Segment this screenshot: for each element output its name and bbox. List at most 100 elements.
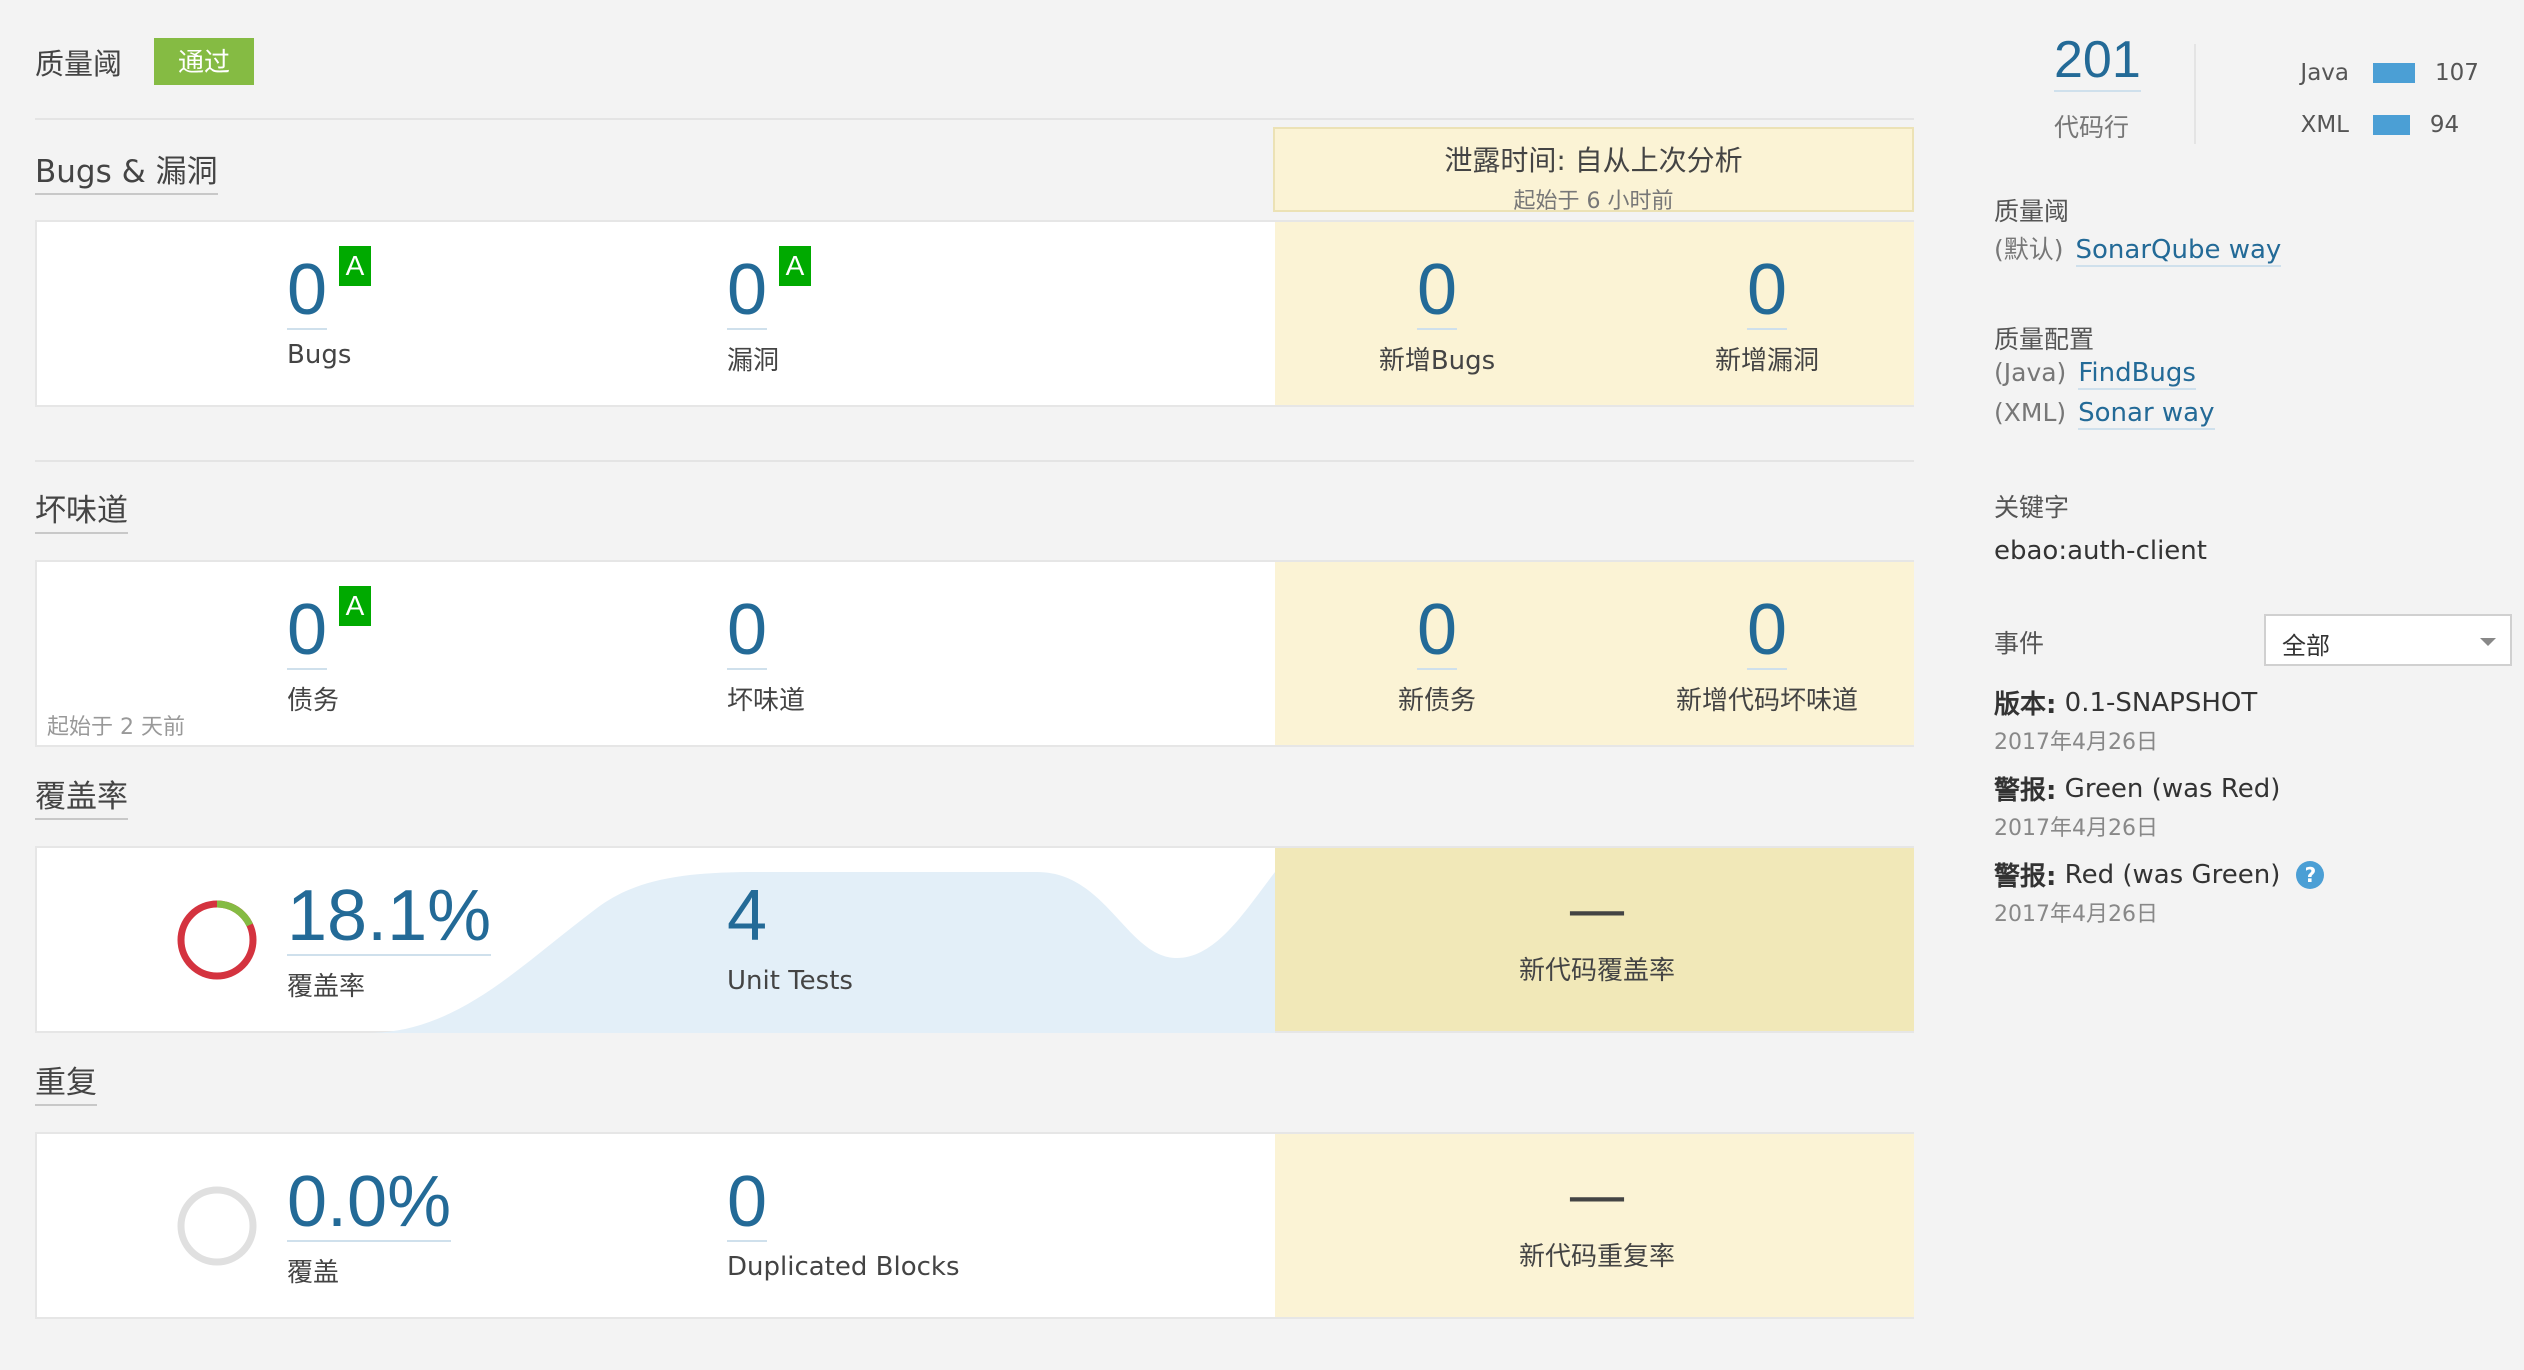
divider — [35, 118, 1914, 120]
language-count: 94 — [2429, 112, 2460, 138]
debt-label: 债务 — [287, 686, 340, 716]
code-smells-measure[interactable]: 0 坏味道 — [727, 594, 805, 717]
quality-gate-prefix: (默认) — [1994, 235, 2064, 264]
leak-period-title: 泄露时间: 自从上次分析 — [1444, 144, 1743, 177]
duplications-card: 0.0% 覆盖 0 Duplicated Blocks — 新代码重复率 — [35, 1132, 1914, 1319]
code-smells-label: 坏味道 — [727, 686, 806, 716]
event-item: 警报: Red (was Green) ? — [1994, 856, 2325, 893]
project-key-value: ebao:auth-client — [1994, 536, 2207, 566]
duplicated-blocks-measure[interactable]: 0 Duplicated Blocks — [727, 1166, 960, 1282]
quality-gate-title: 质量阈 — [35, 46, 123, 81]
coverage-label: 覆盖率 — [287, 972, 366, 1002]
divider — [35, 460, 1914, 462]
chevron-down-icon — [2480, 638, 2496, 646]
language-count: 107 — [2435, 60, 2479, 86]
bugs-card: 0 Bugs A 0 漏洞 A 0 新增Bugs 0 新增漏洞 — [35, 220, 1914, 407]
event-item: 警报: Green (was Red) — [1994, 770, 2280, 807]
event-date: 2017年4月26日 — [1994, 730, 2158, 755]
event-type: 版本: — [1994, 690, 2057, 720]
duplicated-blocks-label: Duplicated Blocks — [727, 1252, 960, 1282]
new-debt-measure[interactable]: 0 新债务 — [1347, 594, 1527, 717]
leak-period-header: 泄露时间: 自从上次分析 起始于 6 小时前 — [1273, 127, 1914, 214]
unit-tests-value[interactable]: 4 — [727, 880, 767, 956]
bugs-value[interactable]: 0 — [287, 254, 328, 330]
new-vulnerabilities-measure[interactable]: 0 新增漏洞 — [1657, 254, 1877, 377]
leak-period-subtitle: 起始于 6 小时前 — [1513, 189, 1674, 214]
new-duplications-measure: — 新代码重复率 — [1397, 1166, 1797, 1273]
event-type: 警报: — [1994, 776, 2057, 806]
quality-profile-link[interactable]: FindBugs — [2078, 358, 2196, 390]
new-bugs-value[interactable]: 0 — [1416, 254, 1458, 330]
new-coverage-measure: — 新代码覆盖率 — [1397, 880, 1797, 987]
new-code-smells-value[interactable]: 0 — [1746, 594, 1788, 670]
new-debt-label: 新债务 — [1397, 686, 1476, 716]
quality-profiles-label: 质量配置 — [1994, 325, 2095, 354]
code-smells-since-note: 起始于 2 天前 — [47, 715, 185, 740]
new-vulnerabilities-label: 新增漏洞 — [1714, 346, 1819, 376]
maintainability-rating-badge[interactable]: A — [339, 586, 371, 626]
coverage-value[interactable]: 18.1% — [287, 880, 492, 956]
coverage-measure[interactable]: 18.1% 覆盖率 — [287, 880, 492, 1003]
unit-tests-label: Unit Tests — [727, 966, 853, 996]
vulnerabilities-measure[interactable]: 0 漏洞 — [727, 254, 779, 377]
new-code-smells-measure[interactable]: 0 新增代码坏味道 — [1637, 594, 1897, 717]
lines-of-code-value[interactable]: 201 — [2054, 30, 2141, 92]
key-label: 关键字 — [1994, 493, 2070, 522]
language-row-java: Java 107 — [2279, 60, 2479, 86]
section-title-coverage[interactable]: 覆盖率 — [35, 779, 128, 820]
language-name: Java — [2300, 60, 2349, 86]
quality-gate-label: 质量阈 — [1994, 197, 2070, 226]
event-item: 版本: 0.1-SNAPSHOT — [1994, 684, 2257, 721]
section-title-duplications[interactable]: 重复 — [35, 1065, 97, 1106]
quality-profile-row-java: (Java) FindBugs — [1994, 358, 2196, 390]
quality-profile-prefix: (XML) — [1994, 398, 2067, 427]
quality-profile-link[interactable]: Sonar way — [2078, 398, 2215, 430]
coverage-card: 18.1% 覆盖率 4 Unit Tests — 新代码覆盖率 — [35, 846, 1914, 1033]
duplicated-blocks-value[interactable]: 0 — [727, 1166, 768, 1242]
vulnerabilities-label: 漏洞 — [727, 346, 780, 376]
new-coverage-label: 新代码覆盖率 — [1518, 956, 1675, 986]
language-distribution-bar — [2373, 63, 2415, 83]
new-code-smells-label: 新增代码坏味道 — [1675, 686, 1858, 716]
events-label: 事件 — [1994, 629, 2045, 658]
section-title-code-smells[interactable]: 坏味道 — [35, 493, 128, 534]
event-text: 0.1-SNAPSHOT — [2064, 687, 2258, 718]
event-date: 2017年4月26日 — [1994, 816, 2158, 841]
duplications-value[interactable]: 0.0% — [287, 1166, 452, 1242]
quality-gate-status-badge[interactable]: 通过 — [154, 38, 255, 85]
unit-tests-measure[interactable]: 4 Unit Tests — [727, 880, 853, 996]
help-icon[interactable]: ? — [2296, 860, 2325, 889]
new-duplications-value: — — [1567, 1161, 1627, 1231]
language-distribution-bar — [2373, 115, 2410, 135]
section-title-bugs[interactable]: Bugs & 漏洞 — [35, 154, 218, 195]
events-filter-select[interactable]: 全部 — [2264, 614, 2512, 666]
bugs-rating-badge[interactable]: A — [339, 246, 371, 286]
new-bugs-label: 新增Bugs — [1378, 346, 1496, 376]
quality-gate-row: (默认) SonarQube way — [1994, 230, 2282, 267]
language-name: XML — [2300, 112, 2349, 138]
vulnerabilities-value[interactable]: 0 — [727, 254, 768, 330]
duplications-donut-icon — [177, 1186, 257, 1266]
vulnerabilities-rating-badge[interactable]: A — [779, 246, 811, 286]
language-row-xml: XML 94 — [2279, 112, 2460, 138]
quality-profile-prefix: (Java) — [1994, 358, 2067, 387]
quality-gate-link[interactable]: SonarQube way — [2075, 235, 2282, 267]
event-date: 2017年4月26日 — [1994, 902, 2158, 927]
lines-of-code-label: 代码行 — [2054, 113, 2130, 142]
new-coverage-value: — — [1567, 875, 1627, 945]
debt-measure[interactable]: 0 债务 — [287, 594, 339, 717]
new-bugs-measure[interactable]: 0 新增Bugs — [1347, 254, 1527, 377]
duplications-measure[interactable]: 0.0% 覆盖 — [287, 1166, 452, 1289]
debt-value[interactable]: 0 — [287, 594, 328, 670]
code-smells-card: 0 债务 A 0 坏味道 起始于 2 天前 0 新债务 0 新增代码坏味道 — [35, 560, 1914, 747]
events-filter-value: 全部 — [2282, 632, 2330, 660]
event-text: Green (was Red) — [2064, 773, 2281, 804]
new-vulnerabilities-value[interactable]: 0 — [1746, 254, 1788, 330]
quality-gate-header: 质量阈 通过 — [35, 38, 255, 85]
divider — [2194, 44, 2196, 144]
new-debt-value[interactable]: 0 — [1416, 594, 1458, 670]
event-type: 警报: — [1994, 862, 2057, 892]
code-smells-value[interactable]: 0 — [727, 594, 768, 670]
duplications-label: 覆盖 — [287, 1258, 340, 1288]
event-text: Red (was Green) — [2064, 859, 2281, 890]
